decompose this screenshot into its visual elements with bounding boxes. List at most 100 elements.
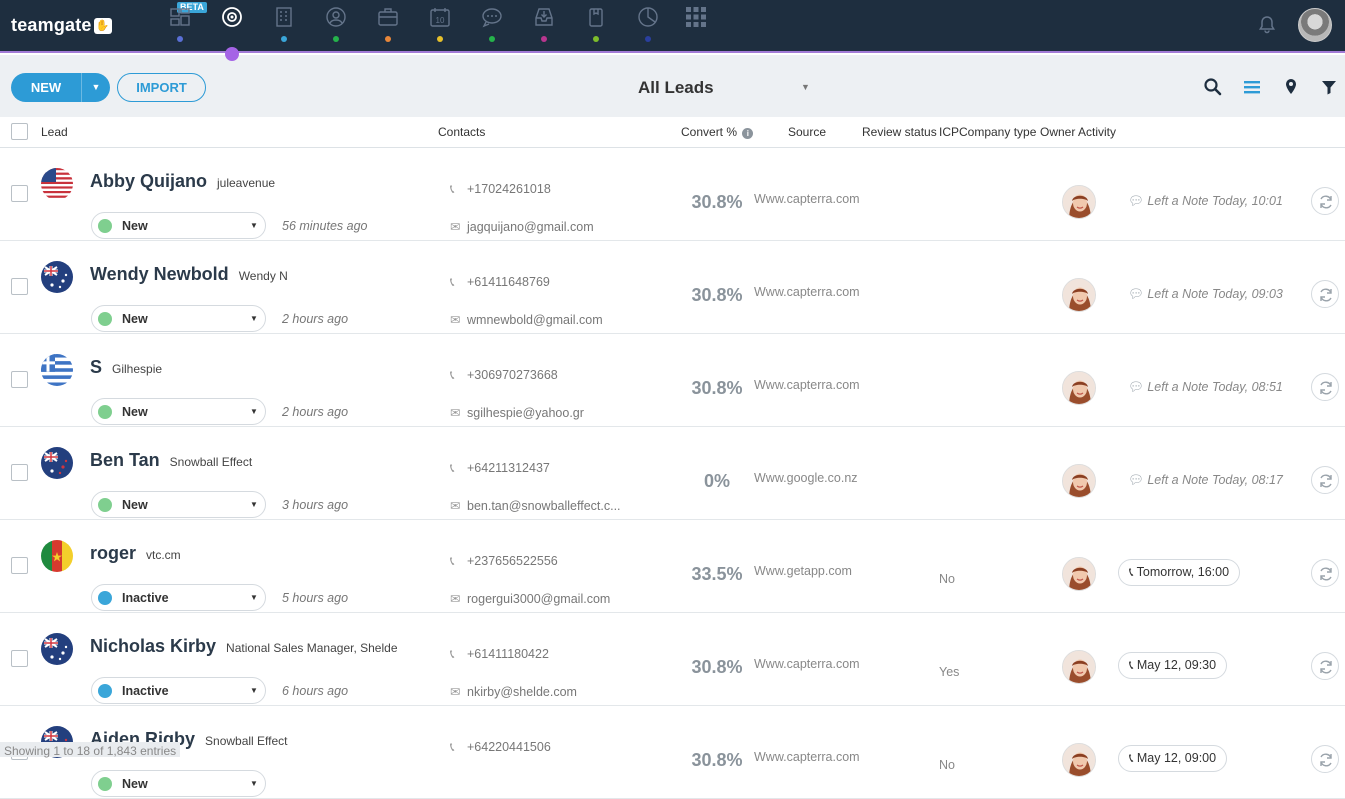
row-checkbox[interactable]: [11, 278, 28, 295]
list-view-icon[interactable]: [1242, 77, 1262, 97]
phone-link[interactable]: 📞︎ +64220441506: [450, 740, 551, 755]
nav-module-contacts[interactable]: [316, 4, 356, 46]
phone-link[interactable]: 📞︎ +61411180422: [450, 647, 549, 662]
row-checkbox[interactable]: [11, 557, 28, 574]
phone-link[interactable]: 📞︎ +17024261018: [450, 182, 551, 197]
refresh-icon[interactable]: [1311, 187, 1339, 215]
phone-link[interactable]: 📞︎ +237656522556: [450, 554, 558, 569]
phone-link[interactable]: 📞︎ +61411648769: [450, 275, 550, 290]
nav-module-target[interactable]: [212, 4, 252, 46]
column-header-review-status[interactable]: Review status: [862, 125, 937, 139]
column-header-convert[interactable]: Convert % i: [681, 125, 754, 139]
owner-avatar[interactable]: [1062, 278, 1096, 312]
refresh-icon[interactable]: [1311, 373, 1339, 401]
refresh-icon[interactable]: [1311, 280, 1339, 308]
search-icon[interactable]: [1203, 77, 1223, 97]
nav-module-calendar[interactable]: 10: [420, 4, 460, 46]
select-all-checkbox[interactable]: [11, 123, 28, 140]
lead-name-link[interactable]: S Gilhespie: [90, 357, 162, 378]
nav-module-chat[interactable]: [472, 4, 512, 46]
activity-note[interactable]: 💬︎ Left a Note Today, 08:17: [1128, 473, 1283, 488]
svg-text:10: 10: [436, 16, 445, 25]
row-checkbox[interactable]: [11, 185, 28, 202]
lead-status-select[interactable]: New ▼: [91, 398, 266, 425]
lead-name-link[interactable]: Ben Tan Snowball Effect: [90, 450, 252, 471]
lead-name-link[interactable]: roger vtc.cm: [90, 543, 181, 564]
table-row[interactable]: Ben Tan Snowball Effect New ▼ 3 hours ago 📞︎ +…: [0, 427, 1345, 520]
row-checkbox[interactable]: [11, 650, 28, 667]
column-header-company-type[interactable]: Company type: [959, 125, 1036, 139]
view-selector[interactable]: All Leads ▼: [600, 76, 820, 100]
column-header-icp[interactable]: ICP: [939, 125, 959, 139]
refresh-icon[interactable]: [1311, 559, 1339, 587]
lead-company: Wendy N: [238, 269, 288, 283]
owner-avatar[interactable]: [1062, 464, 1096, 498]
lead-status-select[interactable]: New ▼: [91, 212, 266, 239]
email-link[interactable]: ✉ jagquijano@gmail.com: [450, 219, 594, 234]
table-row[interactable]: Wendy Newbold Wendy N New ▼ 2 hours ago 📞︎ +61…: [0, 241, 1345, 334]
column-header-activity[interactable]: Activity: [1078, 125, 1116, 139]
activity-call-button[interactable]: 📞︎ May 12, 09:30: [1118, 652, 1228, 679]
row-checkbox[interactable]: [11, 371, 28, 388]
user-avatar[interactable]: [1298, 8, 1332, 42]
nav-module-apps-grid[interactable]: [676, 4, 716, 46]
nav-module-briefcase[interactable]: [368, 4, 408, 46]
lead-status-select[interactable]: New ▼: [91, 491, 266, 518]
icp-value: Yes: [939, 665, 960, 679]
email-link[interactable]: ✉ wmnewbold@gmail.com: [450, 312, 603, 327]
table-row[interactable]: Aiden Rigby Snowball Effect New ▼ 📞︎ +6422044…: [0, 706, 1345, 799]
lead-name: roger: [90, 543, 137, 563]
lead-status-select[interactable]: New ▼: [91, 305, 266, 332]
new-dropdown-caret-icon[interactable]: ▼: [81, 73, 110, 102]
column-header-source[interactable]: Source: [788, 125, 826, 139]
table-row[interactable]: Abby Quijano juleavenue New ▼ 56 minutes ago…: [0, 148, 1345, 241]
lead-status-select[interactable]: Inactive ▼: [91, 584, 266, 611]
lead-status-select[interactable]: Inactive ▼: [91, 677, 266, 704]
table-row[interactable]: Nicholas Kirby National Sales Manager, Sh…: [0, 613, 1345, 706]
table-row[interactable]: roger vtc.cm Inactive ▼ 5 hours ago 📞︎ +237656…: [0, 520, 1345, 613]
column-header-owner[interactable]: Owner: [1040, 125, 1075, 139]
activity-note[interactable]: 💬︎ Left a Note Today, 09:03: [1128, 287, 1283, 302]
column-header-contacts[interactable]: Contacts: [438, 125, 485, 139]
activity-note[interactable]: 💬︎ Left a Note Today, 08:51: [1128, 380, 1283, 395]
email-link[interactable]: ✉ nkirby@shelde.com: [450, 684, 577, 699]
info-icon[interactable]: i: [742, 128, 754, 139]
nav-module-clipboard[interactable]: [576, 4, 616, 46]
activity-call-button[interactable]: 📞︎ May 12, 09:00: [1118, 745, 1228, 772]
map-pin-icon[interactable]: [1281, 77, 1301, 97]
lead-status-select[interactable]: New ▼: [91, 770, 266, 797]
filter-icon[interactable]: [1319, 77, 1339, 97]
nav-module-inbox[interactable]: [524, 4, 564, 46]
nav-module-building[interactable]: [264, 4, 304, 46]
owner-avatar[interactable]: [1062, 185, 1096, 219]
refresh-icon[interactable]: [1311, 466, 1339, 494]
nav-module-pie-chart[interactable]: [628, 4, 668, 46]
row-checkbox[interactable]: [11, 464, 28, 481]
lead-name-link[interactable]: Abby Quijano juleavenue: [90, 171, 275, 192]
teamgate-logo[interactable]: teamgate ✋: [11, 15, 112, 36]
note-icon: 💬︎: [1128, 473, 1148, 487]
owner-avatar[interactable]: [1062, 557, 1096, 591]
envelope-icon: ✉: [450, 406, 461, 420]
owner-avatar[interactable]: [1062, 650, 1096, 684]
refresh-icon[interactable]: [1311, 652, 1339, 680]
phone-link[interactable]: 📞︎ +306970273668: [450, 368, 558, 383]
lead-name-link[interactable]: Nicholas Kirby National Sales Manager, Sh…: [90, 636, 398, 657]
notifications-bell-icon[interactable]: [1257, 15, 1277, 40]
import-button[interactable]: IMPORT: [117, 73, 206, 102]
phone-link[interactable]: 📞︎ +64211312437: [450, 461, 550, 476]
email-link[interactable]: ✉ rogergui3000@gmail.com: [450, 591, 610, 606]
activity-call-button[interactable]: 📞︎ Tomorrow, 16:00: [1118, 559, 1241, 586]
top-navigation-bar: teamgate ✋ BETA 10: [0, 0, 1345, 61]
email-link[interactable]: ✉ sgilhespie@yahoo.gr: [450, 405, 584, 420]
activity-note[interactable]: 💬︎ Left a Note Today, 10:01: [1128, 194, 1283, 209]
owner-avatar[interactable]: [1062, 371, 1096, 405]
nav-module-dashboard[interactable]: [160, 4, 200, 46]
email-link[interactable]: ✉ ben.tan@snowballeffect.c...: [450, 498, 621, 513]
owner-avatar[interactable]: [1062, 743, 1096, 777]
refresh-icon[interactable]: [1311, 745, 1339, 773]
column-header-lead[interactable]: Lead: [41, 125, 68, 139]
lead-name-link[interactable]: Wendy Newbold Wendy N: [90, 264, 288, 285]
table-row[interactable]: S Gilhespie New ▼ 2 hours ago 📞︎ +306970273668…: [0, 334, 1345, 427]
new-lead-button[interactable]: NEW ▼: [11, 73, 110, 102]
